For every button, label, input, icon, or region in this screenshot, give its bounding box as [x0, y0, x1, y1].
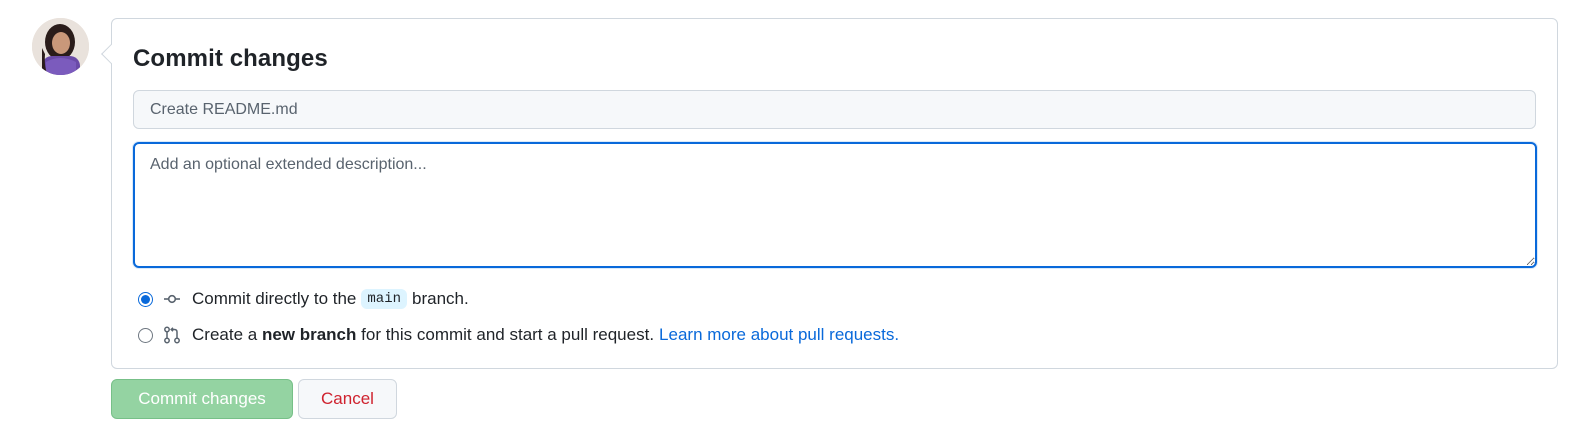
- panel-pointer: [101, 44, 121, 64]
- commit-changes-button[interactable]: Commit changes: [111, 379, 293, 419]
- new-branch-option[interactable]: Create a new branch for this commit and …: [138, 324, 899, 346]
- commit-direct-prefix: Commit directly to the: [192, 289, 357, 308]
- learn-more-pull-requests-link[interactable]: Learn more about pull requests.: [659, 325, 899, 345]
- commit-direct-option[interactable]: Commit directly to the main branch.: [138, 288, 469, 310]
- commit-direct-suffix: branch.: [412, 289, 469, 308]
- commit-summary-input[interactable]: [133, 90, 1536, 129]
- new-branch-suffix: for this commit and start a pull request…: [361, 325, 655, 344]
- commit-panel: Commit changes Commit directly to the ma…: [101, 18, 1558, 369]
- cancel-button[interactable]: Cancel: [298, 379, 397, 419]
- new-branch-prefix: Create a: [192, 325, 258, 344]
- git-commit-icon: [163, 290, 181, 308]
- avatar[interactable]: [32, 18, 89, 75]
- user-avatar-icon: [32, 18, 89, 75]
- branch-name: main: [361, 289, 407, 309]
- commit-direct-radio[interactable]: [138, 291, 153, 307]
- new-branch-bold: new branch: [261, 325, 357, 344]
- panel-title: Commit changes: [133, 45, 328, 72]
- git-pull-request-icon: [163, 326, 181, 344]
- commit-description-textarea[interactable]: [133, 142, 1537, 268]
- new-branch-radio[interactable]: [138, 327, 153, 343]
